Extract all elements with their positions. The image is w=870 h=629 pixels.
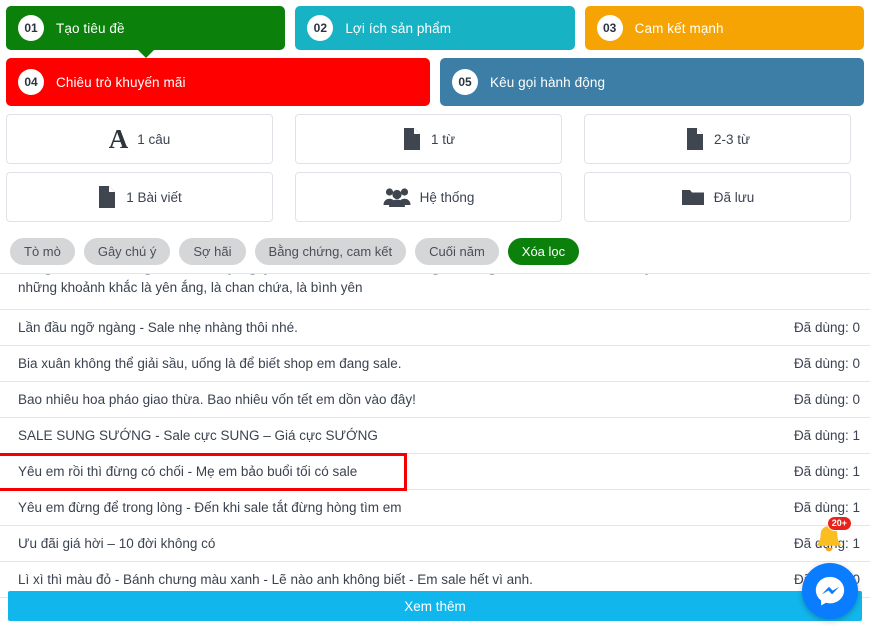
option-card-label: 1 Bài viết: [126, 189, 182, 205]
list-item-text: Ưu đãi giá hời – 10 đời không có: [18, 535, 216, 551]
list-item[interactable]: SALE SUNG SƯỚNG - Sale cực SUNG – Giá cự…: [0, 418, 870, 454]
filter-chip-cuoi-nam[interactable]: Cuối năm: [415, 238, 499, 265]
list-item-selected[interactable]: Yêu em rồi thì đừng có chối - Mẹ em bảo …: [0, 453, 870, 491]
list-item-usage-count: Đã dùng: 1: [793, 500, 860, 515]
option-card-label: Hệ thống: [419, 189, 475, 205]
option-card-label: 2-3 từ: [713, 131, 751, 147]
step-tab-04[interactable]: 04 Chiêu trò khuyến mãi: [6, 58, 430, 106]
filter-chip-bang-chung-cam-ket[interactable]: Bằng chứng, cam kết: [254, 238, 407, 265]
step-label-01: Tạo tiêu đề: [56, 20, 125, 36]
template-list-scroll: tháng bận rộn. Dường như hôm nay, ngày c…: [0, 274, 870, 598]
step-tab-05[interactable]: 05 Kêu gọi hành động: [440, 58, 864, 106]
list-item-text: Lần đầu ngỡ ngàng - Sale nhẹ nhàng thôi …: [18, 319, 298, 335]
document-icon: [97, 185, 117, 209]
step-number-04: 04: [18, 69, 44, 95]
step-tab-01[interactable]: 01 Tạo tiêu đề: [6, 6, 286, 50]
step-label-05: Kêu gọi hành động: [490, 74, 606, 90]
list-item[interactable]: Lần đầu ngỡ ngàng - Sale nhẹ nhàng thôi …: [0, 310, 870, 346]
template-list[interactable]: tháng bận rộn. Dường như hôm nay, ngày c…: [0, 273, 870, 607]
list-item[interactable]: tháng bận rộn. Dường như hôm nay, ngày c…: [0, 274, 870, 310]
letter-a-icon: A: [108, 123, 129, 154]
option-card-1-cau[interactable]: A 1 câu: [6, 114, 273, 164]
document-icon: [685, 127, 705, 151]
option-card-1-tu[interactable]: 1 từ: [295, 114, 562, 164]
list-item-usage-count: Đã dùng: 0: [793, 356, 860, 371]
step-label-04: Chiêu trò khuyến mãi: [56, 74, 186, 90]
list-item[interactable]: Bao nhiêu hoa pháo giao thừa. Bao nhiêu …: [0, 382, 870, 418]
notification-bell-widget[interactable]: 20+: [808, 516, 852, 561]
option-cards-row-1: A 1 câu 1 từ 2-3 từ: [6, 114, 870, 164]
option-card-1-bai-viet[interactable]: 1 Bài viết: [6, 172, 273, 222]
step-number-03: 03: [596, 15, 623, 41]
list-item-text: Yêu em đừng để trong lòng - Đến khi sale…: [18, 499, 402, 515]
list-item-text: Bao nhiêu hoa pháo giao thừa. Bao nhiêu …: [18, 391, 416, 407]
messenger-chat-button[interactable]: [802, 563, 858, 619]
list-item[interactable]: Ưu đãi giá hời – 10 đời không có Đã dùng…: [0, 526, 870, 562]
step-tab-02[interactable]: 02 Lợi ích sản phẩm: [295, 6, 575, 50]
list-item-usage-count: Đã dùng: 0: [793, 392, 860, 407]
list-item[interactable]: Bia xuân không thể giải sầu, uống là để …: [0, 346, 870, 382]
document-icon: [402, 127, 422, 151]
option-cards: A 1 câu 1 từ 2-3 từ 1 Bài viết Hệ thống …: [0, 114, 870, 222]
notification-count-badge: 20+: [826, 516, 852, 531]
step-tabs-row-2: 04 Chiêu trò khuyến mãi 05 Kêu gọi hành …: [6, 58, 864, 106]
step-number-02: 02: [307, 15, 334, 41]
filter-chips: Tò mò Gây chú ý Sợ hãi Bằng chứng, cam k…: [0, 230, 870, 273]
step-number-05: 05: [452, 69, 478, 95]
option-card-he-thong[interactable]: Hệ thống: [295, 172, 562, 222]
step-label-02: Lợi ích sản phẩm: [345, 20, 452, 36]
users-icon: [383, 186, 411, 208]
filter-chip-xoa-loc[interactable]: Xóa lọc: [507, 238, 580, 265]
list-item-usage-count: Đã dùng: 1: [793, 428, 860, 443]
step-number-01: 01: [18, 15, 44, 41]
filter-chip-to-mo[interactable]: Tò mò: [10, 238, 75, 265]
messenger-icon: [815, 576, 845, 606]
list-item-text-line2: những khoảnh khắc là yên ắng, là chan ch…: [18, 279, 363, 295]
folder-icon: [681, 187, 705, 207]
filter-chip-so-hai[interactable]: Sợ hãi: [179, 238, 246, 265]
option-card-label: 1 câu: [137, 131, 171, 147]
option-card-label: Đã lưu: [713, 189, 755, 205]
filter-chip-gay-chu-y[interactable]: Gây chú ý: [83, 238, 171, 265]
list-item-text: SALE SUNG SƯỚNG - Sale cực SUNG – Giá cự…: [18, 427, 378, 443]
list-item-text: Yêu em rồi thì đừng có chối - Mẹ em bảo …: [18, 463, 358, 479]
step-label-03: Cam kết mạnh: [634, 20, 724, 36]
step-tabs: 01 Tạo tiêu đề 02 Lợi ích sản phẩm 03 Ca…: [0, 0, 870, 106]
list-item[interactable]: Yêu em đừng để trong lòng - Đến khi sale…: [0, 490, 870, 526]
option-cards-row-2: 1 Bài viết Hệ thống Đã lưu: [6, 172, 870, 222]
load-more-button[interactable]: Xem thêm: [8, 591, 862, 621]
option-card-label: 1 từ: [430, 131, 456, 147]
list-item-text: Bia xuân không thể giải sầu, uống là để …: [18, 355, 402, 371]
list-item-text: Lì xì thì màu đỏ - Bánh chưng màu xanh -…: [18, 571, 533, 587]
option-card-2-3-tu[interactable]: 2-3 từ: [584, 114, 851, 164]
step-tab-03[interactable]: 03 Cam kết mạnh: [584, 6, 864, 50]
option-card-da-luu[interactable]: Đã lưu: [584, 172, 851, 222]
step-tabs-row-1: 01 Tạo tiêu đề 02 Lợi ích sản phẩm 03 Ca…: [6, 6, 864, 50]
list-item-usage-count: Đã dùng: 0: [793, 320, 860, 335]
list-item-usage-count: Đã dùng: 1: [793, 464, 860, 479]
